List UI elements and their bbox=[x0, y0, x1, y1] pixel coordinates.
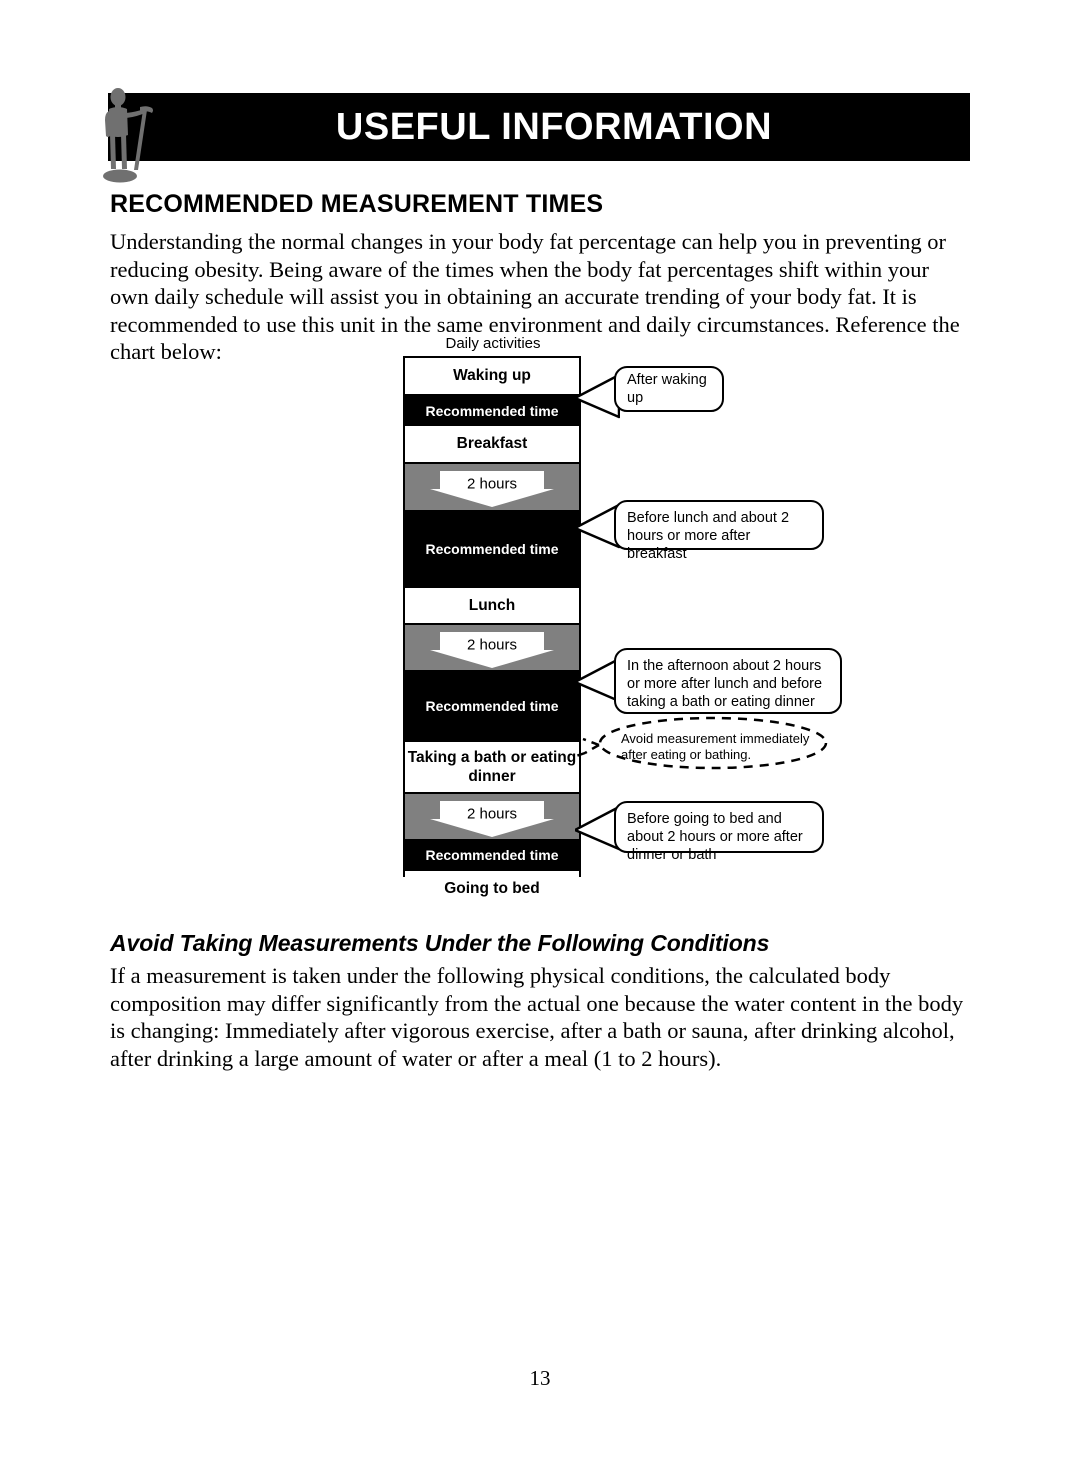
band-label: Waking up bbox=[453, 367, 531, 384]
warning-line-2: after eating or bathing. bbox=[621, 747, 752, 762]
warning-line-1: Avoid measurement immediately bbox=[621, 731, 810, 746]
band-label: Taking a bath or eating dinner bbox=[407, 749, 577, 785]
subsection-heading: Avoid Taking Measurements Under the Foll… bbox=[110, 930, 770, 956]
page-title: USEFUL INFORMATION bbox=[335, 105, 773, 148]
daily-activities-timeline: Waking up Recommended time Breakfast 2 h… bbox=[403, 356, 581, 906]
band-recommended-time-evening: Recommended time bbox=[405, 839, 579, 871]
band-going-to-bed: Going to bed bbox=[405, 871, 579, 906]
callout-before-bed: Before going to bed and about 2 hours or… bbox=[614, 801, 824, 863]
callout-text: Before going to bed and about 2 hours or… bbox=[627, 811, 803, 863]
conditions-paragraph: If a measurement is taken under the foll… bbox=[110, 963, 964, 1071]
band-gap-after-breakfast: 2 hours bbox=[405, 464, 579, 510]
section-heading: RECOMMENDED MEASUREMENT TIMES bbox=[110, 190, 604, 218]
band-recommended-time-morning: Recommended time bbox=[405, 396, 579, 426]
band-gap-after-dinner: 2 hours bbox=[405, 794, 579, 839]
callout-text: After waking up bbox=[627, 371, 707, 406]
callout-afternoon: In the afternoon about 2 hours or more a… bbox=[614, 648, 842, 714]
band-label: Recommended time bbox=[425, 403, 559, 419]
recommended-measurement-times-diagram: Daily activities Waking up Recommended t… bbox=[403, 335, 963, 906]
diagram-caption: Daily activities bbox=[445, 335, 541, 352]
person-on-scale-icon bbox=[99, 86, 157, 186]
gap-duration-label: 2 hours bbox=[461, 635, 523, 656]
band-bath-or-dinner: Taking a bath or eating dinner bbox=[405, 742, 579, 792]
gap-duration-label: 2 hours bbox=[461, 804, 523, 825]
band-recommended-time-midday: Recommended time bbox=[405, 510, 579, 588]
band-recommended-time-afternoon: Recommended time bbox=[405, 670, 579, 742]
callout-after-waking-up: After waking up bbox=[614, 366, 724, 412]
band-label: Recommended time bbox=[425, 698, 559, 714]
callout-text: Before lunch and about 2 hours or more a… bbox=[627, 510, 790, 562]
band-label: Going to bed bbox=[444, 879, 540, 897]
header-banner: USEFUL INFORMATION bbox=[108, 93, 970, 161]
band-lunch: Lunch bbox=[405, 588, 579, 623]
band-label: Recommended time bbox=[425, 541, 559, 557]
callout-text: In the afternoon about 2 hours or more a… bbox=[627, 658, 823, 710]
band-breakfast: Breakfast bbox=[405, 426, 579, 462]
callout-avoid-measurement-text: Avoid measurement immediately after eati… bbox=[621, 731, 821, 763]
band-label: Breakfast bbox=[456, 435, 528, 452]
callout-before-lunch: Before lunch and about 2 hours or more a… bbox=[614, 500, 824, 562]
band-waking-up: Waking up bbox=[405, 358, 579, 394]
band-label: Lunch bbox=[468, 596, 516, 614]
page-number: 13 bbox=[529, 1366, 551, 1390]
band-label: Recommended time bbox=[425, 847, 559, 863]
gap-duration-label: 2 hours bbox=[461, 474, 523, 495]
band-gap-after-lunch: 2 hours bbox=[405, 625, 579, 670]
